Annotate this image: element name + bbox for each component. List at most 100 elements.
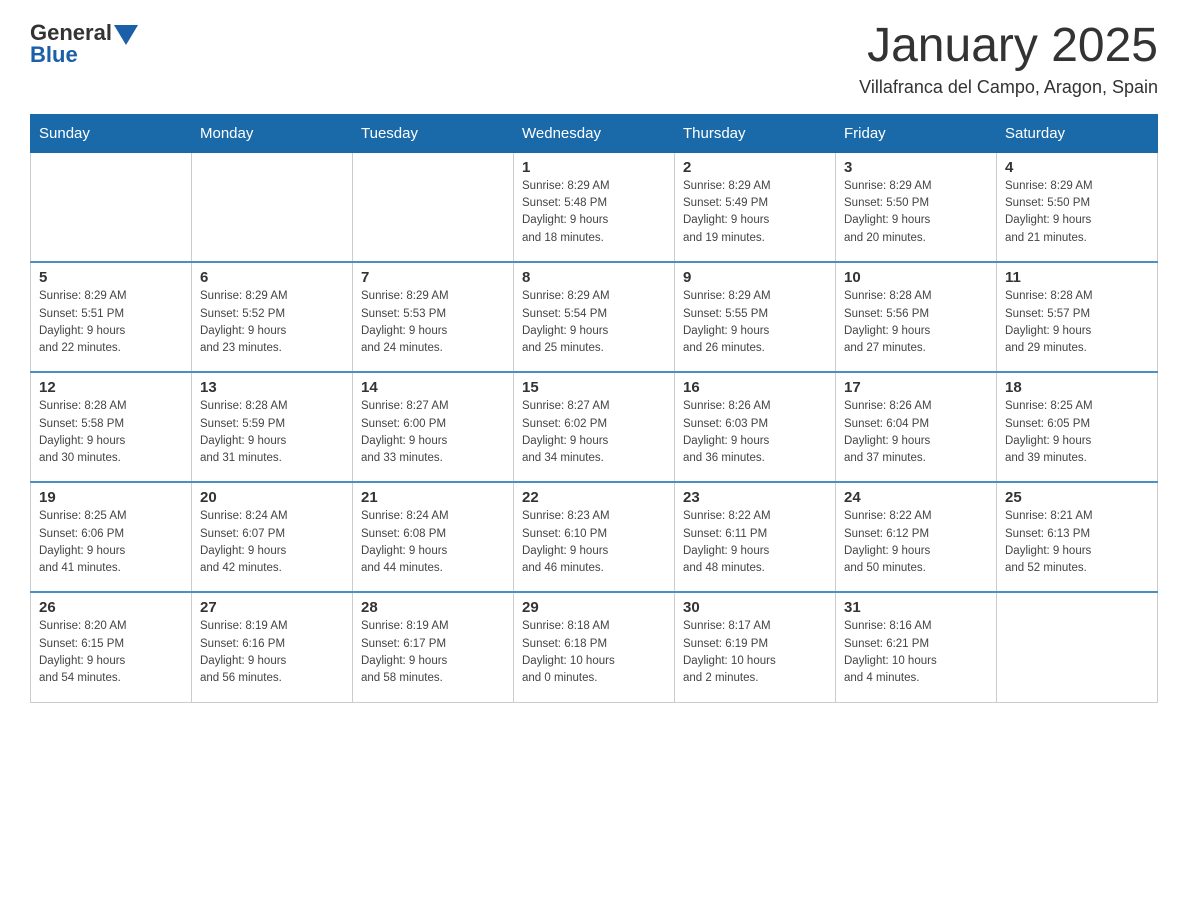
title-section: January 2025 Villafranca del Campo, Arag… xyxy=(859,20,1158,98)
calendar-day-cell: 28Sunrise: 8:19 AM Sunset: 6:17 PM Dayli… xyxy=(353,592,514,702)
calendar-day-cell: 1 Sunrise: 8:29 AM Sunset: 5:48 PM Daylig… xyxy=(514,152,675,262)
day-info: Sunrise: 8:29 AM Sunset: 5:50 PM Dayligh… xyxy=(844,178,988,247)
calendar-day-cell: 4 Sunrise: 8:29 AM Sunset: 5:50 PM Daylig… xyxy=(997,152,1158,262)
calendar-day-cell: 5Sunrise: 8:29 AM Sunset: 5:51 PM Daylig… xyxy=(31,262,192,372)
day-info: Sunrise: 8:23 AM Sunset: 6:10 PM Dayligh… xyxy=(522,508,666,577)
calendar-week-row: 19 Sunrise: 8:25 AM Sunset: 6:06 PM Dayli… xyxy=(31,482,1158,592)
calendar-day-cell: 27Sunrise: 8:19 AM Sunset: 6:16 PM Dayli… xyxy=(192,592,353,702)
day-number: 19 xyxy=(39,489,183,506)
day-info: Sunrise: 8:18 AM Sunset: 6:18 PM Dayligh… xyxy=(522,618,666,687)
day-info: Sunrise: 8:22 AM Sunset: 6:12 PM Dayligh… xyxy=(844,508,988,577)
day-number: 28 xyxy=(361,599,505,616)
calendar-day-cell: 10Sunrise: 8:28 AM Sunset: 5:56 PM Dayli… xyxy=(836,262,997,372)
day-info: Sunrise: 8:29 AM Sunset: 5:55 PM Dayligh… xyxy=(683,288,827,357)
calendar-day-cell: 30 Sunrise: 8:17 AM Sunset: 6:19 PM Dayli… xyxy=(675,592,836,702)
day-info: Sunrise: 8:28 AM Sunset: 5:58 PM Dayligh… xyxy=(39,398,183,467)
calendar-day-cell: 21Sunrise: 8:24 AM Sunset: 6:08 PM Dayli… xyxy=(353,482,514,592)
day-info: Sunrise: 8:26 AM Sunset: 6:03 PM Dayligh… xyxy=(683,398,827,467)
calendar-day-cell: 2 Sunrise: 8:29 AM Sunset: 5:49 PM Daylig… xyxy=(675,152,836,262)
page-subtitle: Villafranca del Campo, Aragon, Spain xyxy=(859,77,1158,98)
day-info: Sunrise: 8:25 AM Sunset: 6:05 PM Dayligh… xyxy=(1005,398,1149,467)
day-number: 20 xyxy=(200,489,344,506)
day-info: Sunrise: 8:28 AM Sunset: 5:59 PM Dayligh… xyxy=(200,398,344,467)
day-of-week-header: Saturday xyxy=(997,114,1158,152)
calendar-day-cell: 23 Sunrise: 8:22 AM Sunset: 6:11 PM Dayli… xyxy=(675,482,836,592)
page-header: General Blue January 2025 Villafranca de… xyxy=(30,20,1158,98)
calendar-day-cell: 16 Sunrise: 8:26 AM Sunset: 6:03 PM Dayli… xyxy=(675,372,836,482)
day-info: Sunrise: 8:29 AM Sunset: 5:53 PM Dayligh… xyxy=(361,288,505,357)
calendar-week-row: 5Sunrise: 8:29 AM Sunset: 5:51 PM Daylig… xyxy=(31,262,1158,372)
calendar-day-cell: 26 Sunrise: 8:20 AM Sunset: 6:15 PM Dayli… xyxy=(31,592,192,702)
calendar-empty-cell xyxy=(997,592,1158,702)
day-info: Sunrise: 8:29 AM Sunset: 5:49 PM Dayligh… xyxy=(683,178,827,247)
calendar-day-cell: 29Sunrise: 8:18 AM Sunset: 6:18 PM Dayli… xyxy=(514,592,675,702)
day-number: 17 xyxy=(844,379,988,396)
day-of-week-header: Thursday xyxy=(675,114,836,152)
day-number: 25 xyxy=(1005,489,1149,506)
day-number: 10 xyxy=(844,269,988,286)
calendar-day-cell: 6 Sunrise: 8:29 AM Sunset: 5:52 PM Daylig… xyxy=(192,262,353,372)
day-info: Sunrise: 8:26 AM Sunset: 6:04 PM Dayligh… xyxy=(844,398,988,467)
day-info: Sunrise: 8:25 AM Sunset: 6:06 PM Dayligh… xyxy=(39,508,183,577)
calendar-day-cell: 24 Sunrise: 8:22 AM Sunset: 6:12 PM Dayli… xyxy=(836,482,997,592)
day-info: Sunrise: 8:28 AM Sunset: 5:57 PM Dayligh… xyxy=(1005,288,1149,357)
day-number: 1 xyxy=(522,159,666,176)
page-title: January 2025 xyxy=(859,20,1158,73)
logo-arrow-icon xyxy=(114,25,138,45)
day-number: 16 xyxy=(683,379,827,396)
day-number: 4 xyxy=(1005,159,1149,176)
calendar-day-cell: 12 Sunrise: 8:28 AM Sunset: 5:58 PM Dayli… xyxy=(31,372,192,482)
day-info: Sunrise: 8:20 AM Sunset: 6:15 PM Dayligh… xyxy=(39,618,183,687)
calendar-day-cell: 9Sunrise: 8:29 AM Sunset: 5:55 PM Daylig… xyxy=(675,262,836,372)
logo-blue-text: Blue xyxy=(30,42,78,68)
day-of-week-header: Sunday xyxy=(31,114,192,152)
day-of-week-header: Tuesday xyxy=(353,114,514,152)
calendar-week-row: 1 Sunrise: 8:29 AM Sunset: 5:48 PM Daylig… xyxy=(31,152,1158,262)
day-info: Sunrise: 8:16 AM Sunset: 6:21 PM Dayligh… xyxy=(844,618,988,687)
day-number: 30 xyxy=(683,599,827,616)
day-number: 7 xyxy=(361,269,505,286)
calendar-header-row: SundayMondayTuesdayWednesdayThursdayFrid… xyxy=(31,114,1158,152)
day-info: Sunrise: 8:27 AM Sunset: 6:02 PM Dayligh… xyxy=(522,398,666,467)
day-of-week-header: Friday xyxy=(836,114,997,152)
day-number: 13 xyxy=(200,379,344,396)
calendar-day-cell: 22 Sunrise: 8:23 AM Sunset: 6:10 PM Dayli… xyxy=(514,482,675,592)
calendar-day-cell: 17 Sunrise: 8:26 AM Sunset: 6:04 PM Dayli… xyxy=(836,372,997,482)
day-number: 14 xyxy=(361,379,505,396)
day-info: Sunrise: 8:24 AM Sunset: 6:07 PM Dayligh… xyxy=(200,508,344,577)
day-number: 24 xyxy=(844,489,988,506)
day-info: Sunrise: 8:17 AM Sunset: 6:19 PM Dayligh… xyxy=(683,618,827,687)
logo: General Blue xyxy=(30,20,138,68)
day-info: Sunrise: 8:27 AM Sunset: 6:00 PM Dayligh… xyxy=(361,398,505,467)
calendar-day-cell: 25 Sunrise: 8:21 AM Sunset: 6:13 PM Dayli… xyxy=(997,482,1158,592)
day-of-week-header: Monday xyxy=(192,114,353,152)
calendar-day-cell: 31 Sunrise: 8:16 AM Sunset: 6:21 PM Dayli… xyxy=(836,592,997,702)
day-number: 11 xyxy=(1005,269,1149,286)
day-info: Sunrise: 8:29 AM Sunset: 5:50 PM Dayligh… xyxy=(1005,178,1149,247)
day-number: 31 xyxy=(844,599,988,616)
calendar-day-cell: 15 Sunrise: 8:27 AM Sunset: 6:02 PM Dayli… xyxy=(514,372,675,482)
day-of-week-header: Wednesday xyxy=(514,114,675,152)
day-number: 5 xyxy=(39,269,183,286)
day-number: 15 xyxy=(522,379,666,396)
calendar-week-row: 26 Sunrise: 8:20 AM Sunset: 6:15 PM Dayli… xyxy=(31,592,1158,702)
calendar-empty-cell xyxy=(192,152,353,262)
day-number: 6 xyxy=(200,269,344,286)
day-info: Sunrise: 8:29 AM Sunset: 5:52 PM Dayligh… xyxy=(200,288,344,357)
day-number: 12 xyxy=(39,379,183,396)
calendar-day-cell: 7 Sunrise: 8:29 AM Sunset: 5:53 PM Daylig… xyxy=(353,262,514,372)
day-info: Sunrise: 8:29 AM Sunset: 5:54 PM Dayligh… xyxy=(522,288,666,357)
day-info: Sunrise: 8:21 AM Sunset: 6:13 PM Dayligh… xyxy=(1005,508,1149,577)
day-number: 18 xyxy=(1005,379,1149,396)
day-info: Sunrise: 8:22 AM Sunset: 6:11 PM Dayligh… xyxy=(683,508,827,577)
calendar-day-cell: 14 Sunrise: 8:27 AM Sunset: 6:00 PM Dayli… xyxy=(353,372,514,482)
day-number: 23 xyxy=(683,489,827,506)
day-number: 21 xyxy=(361,489,505,506)
day-info: Sunrise: 8:19 AM Sunset: 6:16 PM Dayligh… xyxy=(200,618,344,687)
day-number: 3 xyxy=(844,159,988,176)
day-info: Sunrise: 8:29 AM Sunset: 5:48 PM Dayligh… xyxy=(522,178,666,247)
calendar-day-cell: 11 Sunrise: 8:28 AM Sunset: 5:57 PM Dayli… xyxy=(997,262,1158,372)
day-number: 26 xyxy=(39,599,183,616)
day-number: 2 xyxy=(683,159,827,176)
day-number: 22 xyxy=(522,489,666,506)
